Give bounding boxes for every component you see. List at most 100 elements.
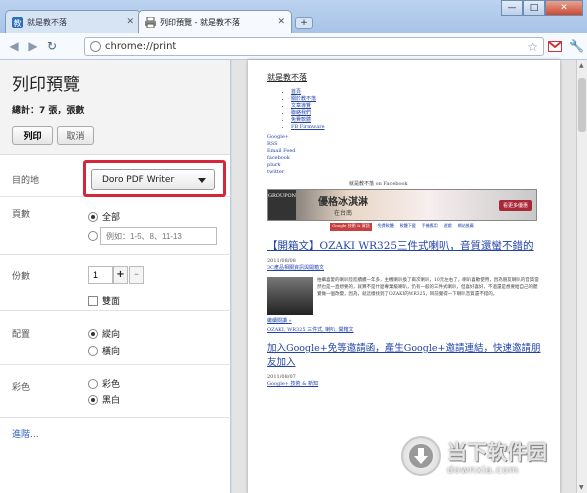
scroll-up-icon[interactable]: ▲: [579, 62, 584, 69]
preview-post-date: 2011/08/08: [267, 258, 296, 264]
radio-bw[interactable]: [88, 394, 98, 405]
preview-menu-item: 手機應用: [421, 223, 438, 228]
destination-label: 目的地: [12, 176, 40, 186]
print-icon: [145, 16, 156, 28]
color-label: 彩色: [12, 383, 31, 393]
back-arrow-icon[interactable]: ◀: [6, 38, 22, 54]
radio-color[interactable]: [88, 378, 98, 389]
preview-link: Email Feed: [267, 148, 296, 154]
preview-link: RSS: [267, 141, 278, 147]
preview-scrollbar[interactable]: ▲ ▼: [576, 60, 587, 493]
preview-menu-item: 網站推薦: [457, 223, 474, 228]
gmail-icon[interactable]: [548, 41, 562, 52]
bw-option-label: 黑白: [102, 396, 121, 406]
preview-menu-item: Google 技術 & 資訊: [330, 223, 372, 231]
portrait-option[interactable]: 縱向: [88, 327, 120, 340]
preview-nav-item: 免費軟體: [291, 117, 541, 124]
layout-section: 配置: [0, 317, 231, 365]
tab-title: 就是教不落: [27, 17, 67, 27]
maximize-button[interactable]: □: [523, 0, 545, 16]
watermark-en: downxia.com: [447, 465, 519, 476]
window-controls: — □ ✕: [501, 0, 583, 16]
preview-link: Google+: [267, 134, 289, 140]
preview-link: facebook: [267, 155, 290, 161]
duplex-checkbox[interactable]: [88, 295, 98, 306]
banner-text: 優格冰淇淋 在台南: [318, 193, 368, 217]
minimize-button[interactable]: —: [501, 0, 523, 16]
tab-bar: 教 就是教不落 ✕ 列印預覽 - 就是教不落 ✕ + — □ ✕: [0, 0, 587, 33]
preview-nav-item: 文章導覽: [291, 103, 541, 110]
pages-all-option[interactable]: 全部: [88, 210, 120, 223]
banner-logo: GROUPON: [268, 190, 296, 220]
radio-range[interactable]: [88, 231, 98, 241]
page-title: 列印預覽: [12, 75, 80, 95]
preview-page: 就是教不落 首頁 關於教不落 文章導覽 聯絡我們 免費軟體 FB Firmwar…: [248, 60, 560, 493]
site-favicon-icon: 教: [12, 16, 23, 28]
print-header: 列印預覽 總計：7 張，張數 列印 取消: [0, 60, 230, 155]
duplex-label: 雙面: [102, 297, 121, 307]
preview-nav-item: 首頁: [291, 89, 541, 96]
bw-option[interactable]: 黑白: [88, 393, 120, 406]
preview-read-more: 繼續閱讀 »: [267, 318, 292, 324]
preview-links: Google+ RSS Email Feed facebook plurk tw…: [267, 134, 541, 176]
destination-highlight: [83, 160, 226, 197]
preview-post2-meta: Google+ 技術 & 新知: [267, 381, 319, 387]
address-bar[interactable]: ☆: [84, 37, 544, 56]
tab-inactive[interactable]: 教 就是教不落 ✕: [5, 10, 141, 33]
watermark: 当下软件园 downxia.com: [401, 430, 573, 482]
wrench-icon[interactable]: 🔧: [569, 39, 584, 53]
banner-cta: 看更多優惠: [498, 199, 532, 211]
svg-text:教: 教: [14, 18, 22, 28]
scrollbar-thumb[interactable]: [578, 78, 586, 132]
color-option-label: 彩色: [102, 380, 121, 390]
page-icon: [90, 41, 101, 52]
page-range-input[interactable]: [100, 227, 217, 245]
copies-decrement-button[interactable]: –: [129, 266, 144, 284]
color-option[interactable]: 彩色: [88, 377, 120, 390]
close-window-button[interactable]: ✕: [545, 0, 583, 16]
browser-toolbar: ◀ ▶ ↻ ☆ 🔧: [0, 33, 587, 60]
preview-nav-item: 聯絡我們: [291, 110, 541, 117]
pages-label: 頁數: [12, 210, 31, 220]
preview-post2-date: 2011/08/07: [267, 374, 296, 380]
pages-section: 頁數: [0, 197, 231, 255]
duplex-option[interactable]: 雙面: [88, 294, 120, 307]
tab-active[interactable]: 列印預覽 - 就是教不落 ✕: [138, 10, 292, 33]
banner-sub: 在台南: [333, 210, 352, 217]
preview-post-tags: OZAKI, WR325 三件式, 喇叭, 開箱文: [267, 327, 354, 333]
preview-nav: 首頁 關於教不落 文章導覽 聯絡我們 免費軟體 FB Firmware: [267, 89, 541, 131]
copies-label: 份數: [12, 272, 31, 282]
pages-all-label: 全部: [102, 213, 121, 223]
portrait-label: 縱向: [102, 330, 121, 340]
scroll-down-icon[interactable]: ▼: [579, 484, 584, 491]
radio-all[interactable]: [88, 211, 98, 222]
preview-nav-item: FB Firmware: [291, 124, 541, 131]
landscape-option[interactable]: 橫向: [88, 344, 120, 357]
new-tab-button[interactable]: +: [295, 17, 313, 29]
tab-close-icon[interactable]: ✕: [126, 17, 134, 27]
preview-fb-text: 就是教不落 on Facebook: [349, 181, 408, 187]
print-button[interactable]: 列印: [12, 126, 53, 145]
radio-landscape[interactable]: [88, 345, 98, 356]
preview-menu: Google 技術 & 資訊 免費軟體 軟體下載 手機應用 遊戲 網站推薦: [267, 223, 537, 231]
preview-post-body: 拍攝喜愛的喇叭陸陸續續一年多，主機喇叭換了兩次喇叭，10元左右了，喇叭喜歡使用，…: [267, 277, 541, 315]
preview-post-title: 【開箱文】OZAKI WR325三件式喇叭，音質還蠻不錯的: [267, 240, 534, 252]
layout-label: 配置: [12, 330, 31, 340]
copies-increment-button[interactable]: +: [113, 266, 128, 284]
banner-headline: 優格冰淇淋: [318, 197, 368, 208]
tab-close-icon[interactable]: ✕: [277, 17, 285, 27]
copies-input[interactable]: [88, 266, 113, 284]
bookmark-star-icon[interactable]: ☆: [527, 40, 538, 54]
download-logo-icon: [401, 436, 441, 476]
preview-nav-item: 關於教不落: [291, 96, 541, 103]
advanced-link[interactable]: 進階...: [12, 427, 39, 440]
cancel-button[interactable]: 取消: [57, 126, 94, 145]
url-input[interactable]: [105, 41, 528, 52]
forward-arrow-icon[interactable]: ▶: [25, 38, 41, 54]
preview-site-title: 就是教不落: [267, 73, 307, 82]
preview-post-excerpt: 拍攝喜愛的喇叭陸陸續續一年多，主機喇叭換了兩次喇叭，10元左右了，喇叭喜歡使用，…: [317, 278, 539, 297]
tab-title: 列印預覽 - 就是教不落: [160, 17, 240, 27]
radio-portrait[interactable]: [88, 328, 98, 339]
preview-post2-title: 加入Google+免等邀請函，產生Google+邀請連結，快速邀請朋友加入: [267, 343, 541, 368]
reload-icon[interactable]: ↻: [44, 38, 60, 54]
